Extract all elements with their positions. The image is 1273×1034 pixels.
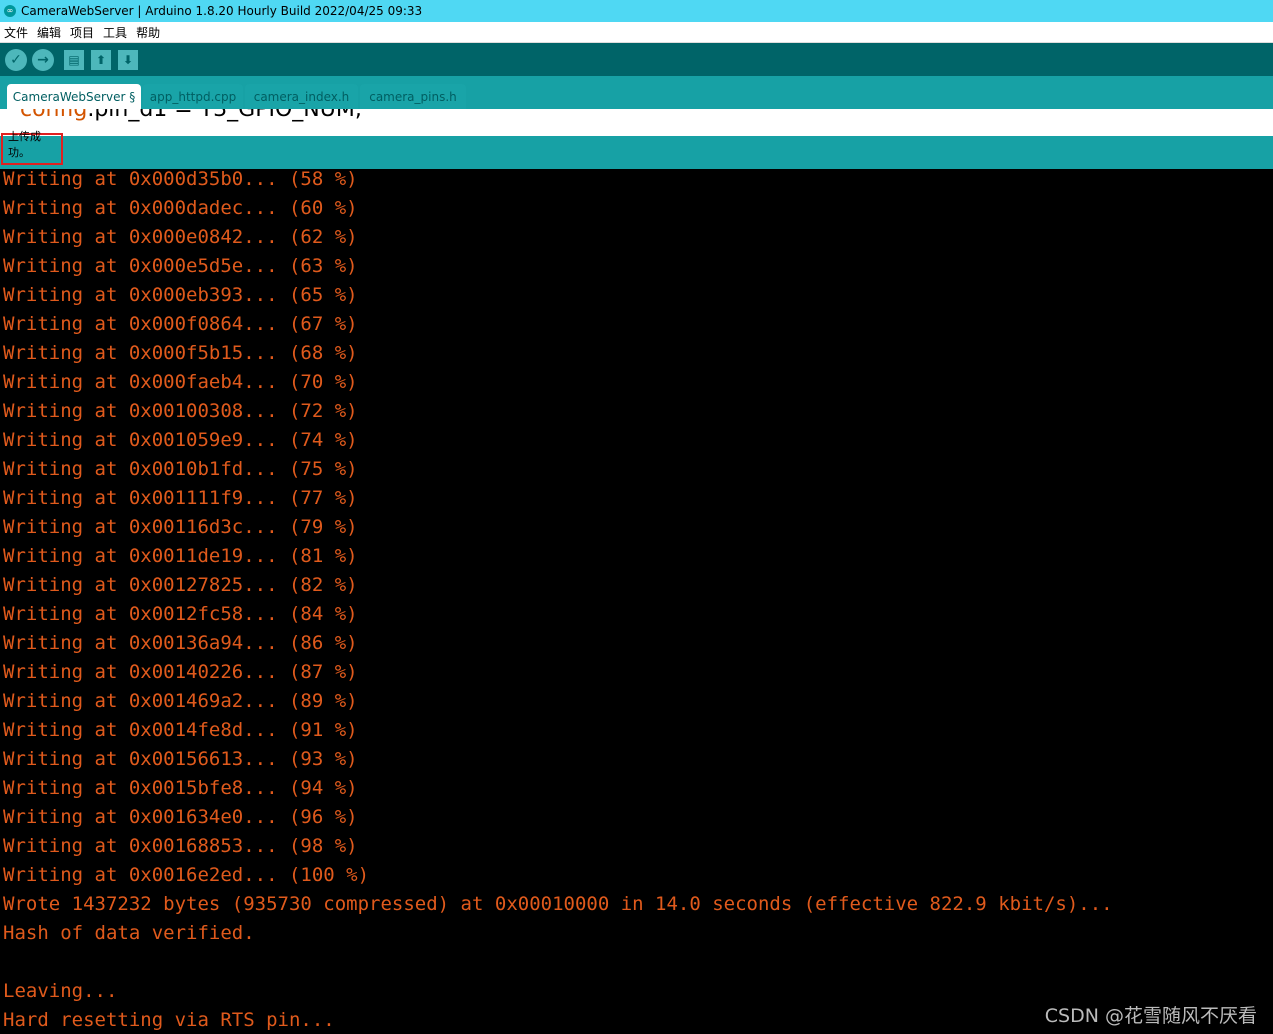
console-line: Writing at 0x00100308... (72 %) <box>3 400 358 422</box>
console-line: Wrote 1437232 bytes (935730 compressed) … <box>3 893 1113 915</box>
watermark: CSDN @花雪随风不厌看 <box>1044 1005 1257 1027</box>
console-output[interactable]: Writing at 0x000d35b0... (58 %) Writing a… <box>0 169 1273 1034</box>
arduino-logo-icon: ∞ <box>4 5 16 17</box>
tab-camerawebserver[interactable]: CameraWebServer § <box>7 84 141 109</box>
check-icon: ✓ <box>10 51 22 68</box>
console-line: Writing at 0x000dadec... (60 %) <box>3 197 358 219</box>
console-line: Writing at 0x0010b1fd... (75 %) <box>3 458 358 480</box>
toolbar: ✓ → ▤ ⬆ ⬇ <box>0 43 1273 76</box>
arrow-up-icon: ⬆ <box>95 52 107 67</box>
tab-app-httpd[interactable]: app_httpd.cpp <box>143 84 243 109</box>
console-line: Writing at 0x0016e2ed... (100 %) <box>3 864 370 886</box>
console-line: Hard resetting via RTS pin... <box>3 1009 335 1031</box>
console-line: Leaving... <box>3 980 118 1002</box>
upload-status-message: 上传成功。 <box>1 130 63 165</box>
arrow-right-icon: → <box>37 51 49 68</box>
upload-button[interactable]: → <box>32 48 54 71</box>
console-line: Writing at 0x0012fc58... (84 %) <box>3 603 358 625</box>
console-line: Writing at 0x00136a94... (86 %) <box>3 632 358 654</box>
console-lines: Writing at 0x000d35b0... (58 %) Writing a… <box>3 169 1113 1034</box>
tab-camera-pins[interactable]: camera_pins.h <box>360 84 466 109</box>
open-button[interactable]: ⬆ <box>91 49 111 70</box>
code-editor[interactable]: config.pin_d1 = Y3_GPIO_NUM; <box>0 109 1273 133</box>
console-line: Writing at 0x00168853... (98 %) <box>3 835 358 857</box>
console-line: Writing at 0x00127825... (82 %) <box>3 574 358 596</box>
console-line: Writing at 0x000d35b0... (58 %) <box>3 169 358 190</box>
save-button[interactable]: ⬇ <box>118 49 138 70</box>
verify-button[interactable]: ✓ <box>5 48 27 71</box>
menu-tools[interactable]: 工具 <box>103 24 127 41</box>
menu-edit[interactable]: 编辑 <box>37 24 61 41</box>
console-line: Writing at 0x000faeb4... (70 %) <box>3 371 358 393</box>
console-line: Writing at 0x00116d3c... (79 %) <box>3 516 358 538</box>
console-line: Writing at 0x000e0842... (62 %) <box>3 226 358 248</box>
console-line: Writing at 0x0014fe8d... (91 %) <box>3 719 358 741</box>
console-line: Writing at 0x0011de19... (81 %) <box>3 545 358 567</box>
tabs-bar: CameraWebServer § app_httpd.cpp camera_i… <box>0 76 1273 109</box>
console-line: Writing at 0x0015bfe8... (94 %) <box>3 777 358 799</box>
menu-help[interactable]: 帮助 <box>136 24 160 41</box>
arrow-down-icon: ⬇ <box>122 52 134 67</box>
title-bar: ∞ CameraWebServer | Arduino 1.8.20 Hourl… <box>0 0 1273 22</box>
status-bar: 上传成功。 <box>0 130 1273 169</box>
console-line: Writing at 0x00140226... (87 %) <box>3 661 358 683</box>
console-line: Writing at 0x001059e9... (74 %) <box>3 429 358 451</box>
console-line: Writing at 0x001469a2... (89 %) <box>3 690 358 712</box>
code-line: config.pin_d1 = Y3_GPIO_NUM; <box>20 109 362 122</box>
menu-bar: 文件 编辑 项目 工具 帮助 <box>0 22 1273 43</box>
new-button[interactable]: ▤ <box>64 49 84 70</box>
new-file-icon: ▤ <box>68 52 80 67</box>
console-line: Writing at 0x001111f9... (77 %) <box>3 487 358 509</box>
tab-camera-index[interactable]: camera_index.h <box>245 84 358 109</box>
menu-file[interactable]: 文件 <box>4 24 28 41</box>
menu-sketch[interactable]: 项目 <box>70 24 94 41</box>
code-object: config <box>20 109 88 122</box>
window-title: CameraWebServer | Arduino 1.8.20 Hourly … <box>21 4 423 18</box>
console-line: Writing at 0x001634e0... (96 %) <box>3 806 358 828</box>
console-line: Writing at 0x00156613... (93 %) <box>3 748 358 770</box>
console-line: Hash of data verified. <box>3 922 255 944</box>
console-line: Writing at 0x000eb393... (65 %) <box>3 284 358 306</box>
code-rest: .pin_d1 = Y3_GPIO_NUM; <box>87 109 363 122</box>
console-line: Writing at 0x000f0864... (67 %) <box>3 313 358 335</box>
console-line: Writing at 0x000f5b15... (68 %) <box>3 342 358 364</box>
console-line: Writing at 0x000e5d5e... (63 %) <box>3 255 358 277</box>
